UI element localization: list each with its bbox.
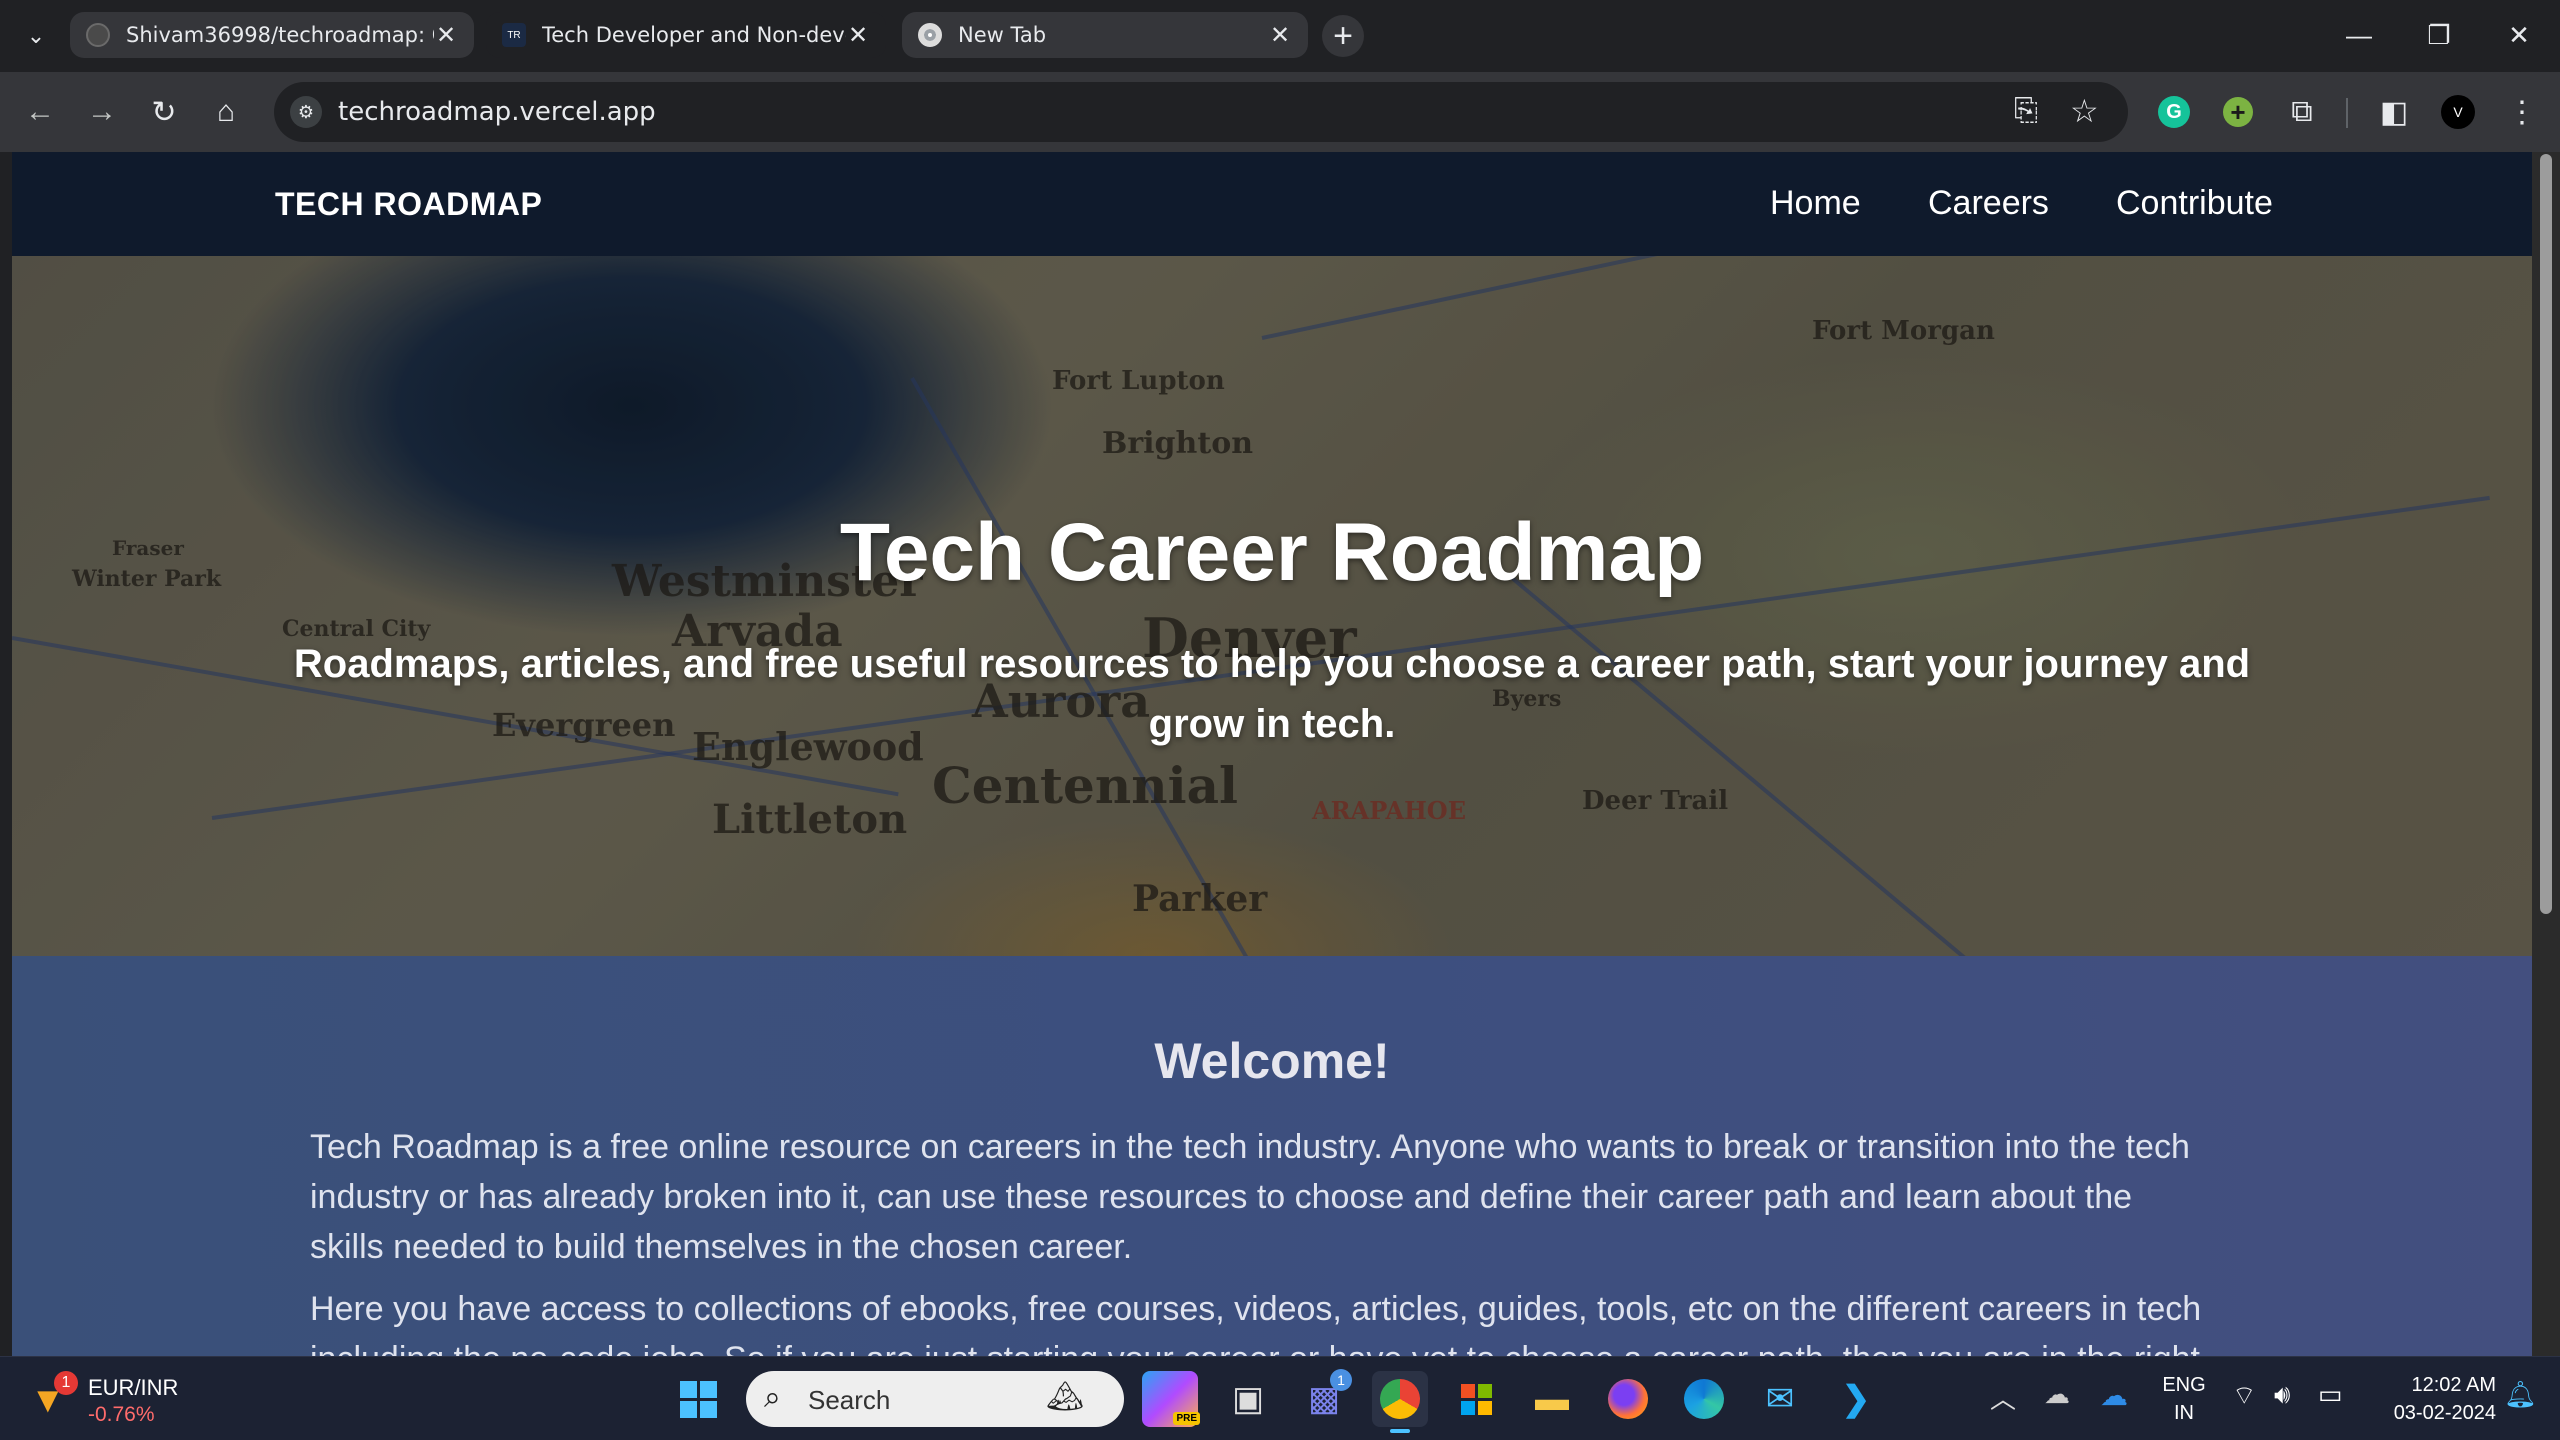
edge-icon [1684, 1379, 1724, 1419]
map-road [1261, 256, 2241, 340]
close-icon[interactable]: ✕ [846, 21, 870, 50]
hero-title: Tech Career Roadmap [839, 507, 1705, 598]
tab-github[interactable]: Shivam36998/techroadmap: Op ✕ [70, 12, 474, 58]
volume-icon[interactable]: 🔊︎ [2274, 1379, 2290, 1411]
close-window-icon[interactable]: ✕ [2484, 14, 2554, 56]
search-placeholder: Search [808, 1385, 891, 1415]
nav-careers[interactable]: Careers [1928, 184, 2049, 223]
close-icon[interactable]: ✕ [434, 21, 458, 50]
site-info-icon[interactable]: ⚙ [290, 96, 322, 128]
chrome-icon [1380, 1379, 1420, 1419]
map-label: Fort Morgan [1812, 316, 1995, 346]
welcome-paragraph: Here you have access to collections of e… [310, 1290, 2202, 1356]
github-icon [86, 23, 110, 47]
grammarly-icon[interactable]: G [2152, 90, 2196, 134]
forward-icon[interactable]: → [80, 90, 124, 134]
restore-icon[interactable]: ❐ [2404, 14, 2474, 56]
close-icon[interactable]: ✕ [1268, 21, 1292, 50]
wifi-icon[interactable]: ⌔ [2232, 1379, 2256, 1412]
map-label: Parker [1132, 878, 1268, 920]
widgets-button[interactable]: ▼ 1 EUR/INR -0.76% [24, 1369, 204, 1429]
widget-title: EUR/INR [88, 1375, 179, 1400]
firefox-app[interactable] [1600, 1371, 1656, 1427]
url-text[interactable]: techroadmap.vercel.app [338, 97, 656, 127]
show-hidden-icons[interactable]: ︿ [1990, 1379, 2016, 1416]
clock-time: 12:02 AM [2411, 1374, 2496, 1396]
side-panel-icon[interactable]: ◧ [2372, 90, 2416, 134]
install-app-icon[interactable]: ⎘ [2014, 94, 2038, 128]
notification-bell-icon[interactable]: 🔔︎ [2504, 1379, 2537, 1410]
copilot-app[interactable]: PRE [1142, 1371, 1200, 1427]
map-label: Centennial [932, 756, 1238, 815]
home-icon[interactable]: ⌂ [204, 90, 248, 134]
reload-icon[interactable]: ↻ [142, 90, 186, 134]
site-navbar: TECH ROADMAP Home Careers Contribute [12, 152, 2532, 256]
search-icon: ⌕ [764, 1381, 781, 1414]
scrollbar-thumb[interactable] [2540, 154, 2552, 914]
microsoft-store-app[interactable] [1448, 1371, 1504, 1427]
address-bar[interactable]: ⚙ techroadmap.vercel.app ⎘ ☆ [274, 82, 2128, 142]
map-label: Littleton [712, 796, 908, 843]
battery-icon[interactable]: ▭ [2318, 1379, 2343, 1410]
language-bottom: IN [2174, 1402, 2194, 1424]
windows-taskbar: ▼ 1 EUR/INR -0.76% ⌕ Search 🏔 PRE ▣ ▩ 1 … [0, 1356, 2560, 1440]
nav-contribute[interactable]: Contribute [2116, 184, 2273, 223]
welcome-paragraph: Tech Roadmap is a free online resource o… [310, 1128, 2190, 1266]
map-label: Deer Trail [1582, 786, 1729, 816]
chrome-icon [918, 23, 942, 47]
site-brand[interactable]: TECH ROADMAP [275, 186, 542, 223]
search-highlight-icon: 🏔 [1046, 1380, 1085, 1413]
new-tab-button[interactable]: + [1322, 15, 1364, 57]
tab-title: Shivam36998/techroadmap: Op [126, 23, 434, 47]
task-view-app[interactable]: ▣ [1220, 1371, 1276, 1427]
welcome-heading: Welcome! [1154, 1033, 1390, 1089]
tab-strip: ⌄ Shivam36998/techroadmap: Op ✕ TR Tech … [0, 0, 2560, 72]
widget-value: -0.76% [88, 1403, 155, 1426]
clock[interactable]: 12:02 AM 03-02-2024 [2360, 1371, 2496, 1427]
teams-badge: 1 [1330, 1369, 1352, 1391]
edge-app[interactable] [1676, 1371, 1732, 1427]
language-indicator[interactable]: ENG IN [2162, 1371, 2206, 1427]
web-page: TECH ROADMAP Home Careers Contribute For… [12, 152, 2532, 1356]
start-button[interactable] [670, 1371, 726, 1427]
browser-toolbar: ← → ↻ ⌂ ⚙ techroadmap.vercel.app ⎘ ☆ G +… [0, 72, 2560, 152]
mail-app[interactable]: ✉ [1752, 1371, 1808, 1427]
minimize-icon[interactable]: — [2324, 14, 2394, 56]
firefox-icon [1608, 1379, 1648, 1419]
menu-kebab-icon[interactable]: ⋮ [2500, 90, 2544, 134]
tr-icon: TR [502, 23, 526, 47]
clock-date: 03-02-2024 [2393, 1402, 2496, 1424]
profile-avatar[interactable]: V [2436, 90, 2480, 134]
taskbar-search[interactable]: ⌕ Search 🏔 [746, 1371, 1124, 1427]
widget-badge: 1 [54, 1371, 78, 1395]
nav-home[interactable]: Home [1770, 184, 1861, 223]
chrome-active-indicator [1390, 1429, 1410, 1433]
tab-title: Tech Developer and Non-devel [542, 23, 846, 47]
onedrive-error-icon[interactable]: ☁ [2044, 1379, 2070, 1410]
copilot-badge: PRE [1173, 1412, 1200, 1425]
file-explorer-app[interactable]: ▬ [1524, 1371, 1580, 1427]
teams-app[interactable]: ▩ 1 [1296, 1369, 1352, 1427]
back-icon[interactable]: ← [18, 90, 62, 134]
map-label: ARAPAHOE [1312, 796, 1466, 825]
language-top: ENG [2162, 1374, 2206, 1396]
tab-search-icon[interactable]: ⌄ [20, 20, 52, 52]
tab-title: New Tab [958, 23, 1047, 47]
page-scrollbar[interactable] [2532, 152, 2560, 1356]
extension-plus-icon[interactable]: + [2216, 90, 2260, 134]
map-label: Fort Lupton [1052, 366, 1225, 396]
onedrive-icon[interactable]: ☁ [2100, 1379, 2128, 1412]
windows-logo-icon [679, 1380, 717, 1418]
extensions-puzzle-icon[interactable]: ⧉ [2280, 90, 2324, 134]
store-icon [1460, 1383, 1492, 1415]
chrome-app[interactable] [1372, 1371, 1428, 1433]
toolbar-divider [2346, 98, 2348, 128]
bookmark-star-icon[interactable]: ☆ [2070, 92, 2099, 130]
vscode-app[interactable]: ❯ [1828, 1371, 1884, 1427]
tab-techroadmap[interactable]: TR Tech Developer and Non-devel ✕ [486, 12, 886, 58]
hero-subtitle: Roadmaps, articles, and free useful reso… [293, 642, 2251, 746]
map-label: Brighton [1102, 426, 1254, 461]
hero-section: Fort Lupton Brighton Westminster Arvada … [12, 256, 2532, 956]
tab-new-tab[interactable]: New Tab ✕ [902, 12, 1308, 58]
